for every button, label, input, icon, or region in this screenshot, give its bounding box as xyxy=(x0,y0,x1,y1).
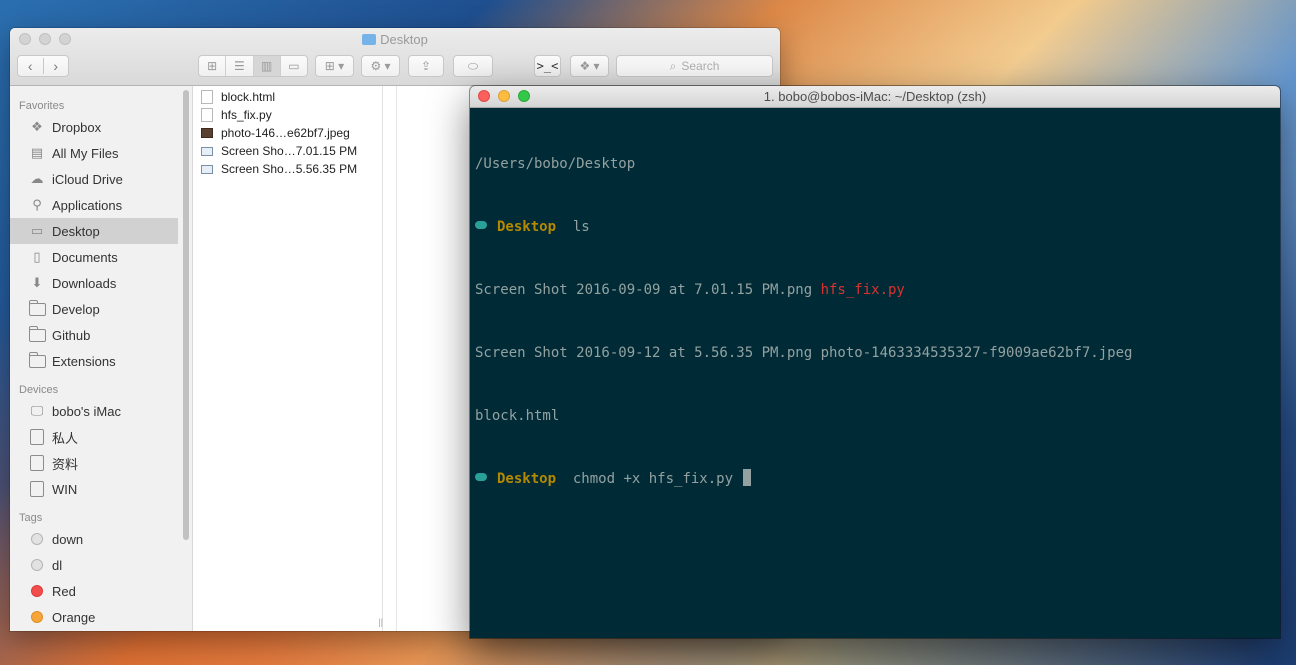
sidebar-item-applications[interactable]: ⚲ Applications xyxy=(10,192,178,218)
finder-toolbar: Desktop ‹ › ⊞ ☰ ▥ ▭ ⊞ ▾ ⚙ ▾ ⇪ ⬭ >_< ❖ ▾ … xyxy=(10,28,780,86)
sidebar-item-github[interactable]: Github xyxy=(10,322,178,348)
cloud-icon: ☁ xyxy=(30,171,44,186)
sidebar-tag-red[interactable]: Red xyxy=(10,578,178,604)
dropbox-icon: ❖ xyxy=(31,119,43,134)
sidebar-item-dropbox[interactable]: ❖ Dropbox xyxy=(10,114,178,140)
file-item-hfs-fix[interactable]: hfs_fix.py xyxy=(193,106,382,124)
sidebar-item-all-my-files[interactable]: ▤ All My Files xyxy=(10,140,178,166)
sidebar-item-disk-data[interactable]: 资料 xyxy=(10,450,178,476)
tag-orange-icon xyxy=(31,611,43,623)
finder-sidebar: Favorites ❖ Dropbox ▤ All My Files ☁ iCloud… xyxy=(10,86,193,631)
terminal-shortcut-button[interactable]: >_< xyxy=(534,55,561,77)
terminal-title: 1. bobo@bobos-iMac: ~/Desktop (zsh) xyxy=(763,89,987,104)
applications-icon: ⚲ xyxy=(32,197,42,212)
sidebar-section-tags: Tags xyxy=(19,512,43,524)
sidebar-item-documents[interactable]: ▯ Documents xyxy=(10,244,178,270)
back-button[interactable]: ‹ xyxy=(18,58,44,74)
imac-icon: 🖵 xyxy=(30,403,44,418)
sidebar-scrollbar[interactable] xyxy=(183,90,189,540)
icon-view-button[interactable]: ⊞ xyxy=(199,56,227,76)
column-resize-handle[interactable]: || xyxy=(378,617,383,627)
sidebar-section-devices: Devices xyxy=(19,384,59,396)
folder-icon xyxy=(28,325,46,342)
sidebar-tag-down[interactable]: down xyxy=(10,526,178,552)
desktop-icon: ▭ xyxy=(30,223,44,238)
image-file-icon xyxy=(201,128,213,138)
coverflow-view-button[interactable]: ▭ xyxy=(281,56,307,76)
all-files-icon: ▤ xyxy=(30,145,44,160)
nav-buttons: ‹ › xyxy=(17,55,69,77)
search-field[interactable]: ⌕ Search xyxy=(616,55,773,77)
search-icon: ⌕ xyxy=(669,58,677,73)
action-gear-button[interactable]: ⚙ ▾ xyxy=(361,55,400,77)
disk-icon xyxy=(30,481,44,497)
sidebar-item-downloads[interactable]: ⬇ Downloads xyxy=(10,270,178,296)
sidebar-item-disk-private[interactable]: 私人 xyxy=(10,424,178,450)
arrange-button[interactable]: ⊞ ▾ xyxy=(315,55,354,77)
screenshot-file-icon xyxy=(201,164,213,174)
disk-icon xyxy=(30,429,44,445)
terminal-window: 1. bobo@bobos-iMac: ~/Desktop (zsh) /Use… xyxy=(470,86,1280,638)
folder-icon xyxy=(362,34,377,45)
terminal-line-cmd-ls: Desktop ls xyxy=(475,217,1275,238)
sidebar-item-imac[interactable]: 🖵 bobo's iMac xyxy=(10,398,178,424)
html-file-icon xyxy=(201,90,213,104)
file-item-photo[interactable]: photo-146…e62bf7.jpeg xyxy=(193,124,382,142)
zoom-button[interactable] xyxy=(518,90,530,102)
terminal-titlebar: 1. bobo@bobos-iMac: ~/Desktop (zsh) xyxy=(470,86,1280,108)
sidebar-section-favorites: Favorites xyxy=(19,100,65,112)
prompt-icon xyxy=(475,221,487,229)
terminal-window-controls xyxy=(478,90,530,102)
close-button[interactable] xyxy=(478,90,490,102)
finder-title: Desktop xyxy=(10,32,780,47)
disk-icon xyxy=(30,455,44,471)
terminal-line-ls-1: Screen Shot 2016-09-09 at 7.01.15 PM.png… xyxy=(475,282,905,298)
terminal-line-ls-3: block.html xyxy=(475,408,560,424)
column-view-button[interactable]: ▥ xyxy=(253,56,281,76)
terminal-line-ls-2: Screen Shot 2016-09-12 at 5.56.35 PM.png… xyxy=(475,345,1133,361)
tag-gray-icon xyxy=(31,559,43,571)
sidebar-item-disk-win[interactable]: WIN xyxy=(10,476,178,502)
file-item-screenshot-2[interactable]: Screen Sho…5.56.35 PM xyxy=(193,160,382,178)
folder-icon xyxy=(28,351,46,368)
list-view-button[interactable]: ☰ xyxy=(226,56,254,76)
sidebar-item-desktop[interactable]: ▭ Desktop xyxy=(10,218,178,244)
python-file-icon xyxy=(201,108,213,122)
documents-icon: ▯ xyxy=(33,249,41,264)
empty-column xyxy=(383,86,397,631)
screenshot-file-icon xyxy=(201,146,213,156)
sidebar-tag-orange[interactable]: Orange xyxy=(10,604,178,630)
share-button[interactable]: ⇪ xyxy=(408,55,444,77)
terminal-line-pwd: /Users/bobo/Desktop xyxy=(475,156,636,172)
file-item-screenshot-1[interactable]: Screen Sho…7.01.15 PM xyxy=(193,142,382,160)
sidebar-item-develop[interactable]: Develop xyxy=(10,296,178,322)
view-mode-buttons: ⊞ ☰ ▥ ▭ xyxy=(198,55,308,77)
terminal-line-cmd-chmod: Desktop chmod +x hfs_fix.py xyxy=(475,469,1275,490)
sidebar-item-icloud-drive[interactable]: ☁ iCloud Drive xyxy=(10,166,178,192)
sidebar-tag-dl[interactable]: dl xyxy=(10,552,178,578)
folder-icon xyxy=(28,299,46,316)
download-icon: ⬇ xyxy=(31,275,43,290)
prompt-icon xyxy=(475,473,487,481)
tag-red-icon xyxy=(31,585,43,597)
terminal-output[interactable]: /Users/bobo/Desktop Desktop ls Screen Sh… xyxy=(470,108,1280,536)
file-column: block.html hfs_fix.py photo-146…e62bf7.j… xyxy=(193,86,383,631)
sidebar-item-extensions[interactable]: Extensions xyxy=(10,348,178,374)
minimize-button[interactable] xyxy=(498,90,510,102)
file-item-block-html[interactable]: block.html xyxy=(193,88,382,106)
forward-button[interactable]: › xyxy=(44,58,69,74)
tag-button[interactable]: ⬭ xyxy=(453,55,493,77)
dropbox-toolbar-button[interactable]: ❖ ▾ xyxy=(570,55,609,77)
terminal-cursor xyxy=(743,469,752,486)
tag-gray-icon xyxy=(31,533,43,545)
